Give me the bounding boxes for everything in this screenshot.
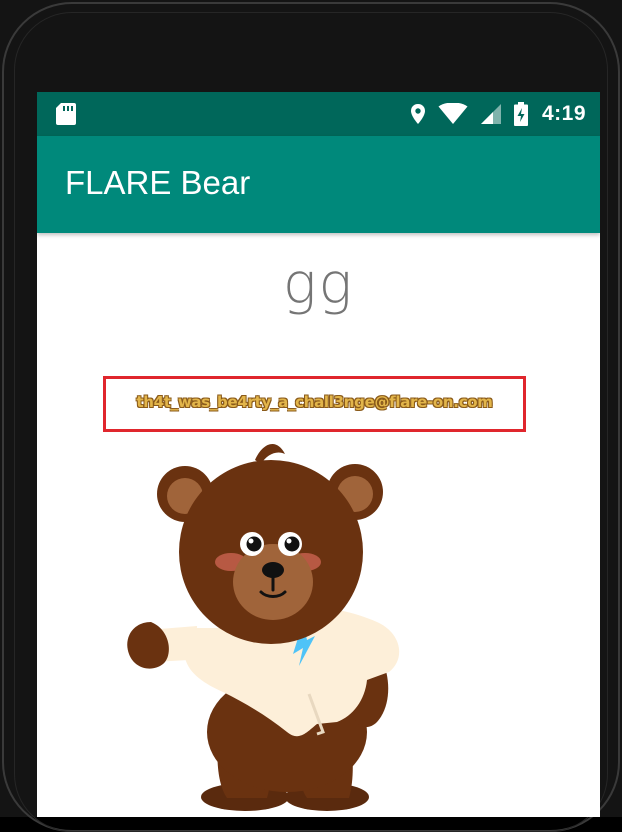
sd-card-icon (56, 103, 76, 125)
result-text: gg (282, 252, 355, 317)
app-bar: FLARE Bear (37, 136, 600, 233)
bear-icon[interactable] (127, 432, 427, 817)
battery-charging-icon (513, 102, 528, 126)
location-icon (410, 104, 425, 124)
status-icons: 4:19 (398, 92, 586, 136)
flag-text: th4t_was_be4rty_a_chall3nge@flare-on.com (136, 393, 493, 411)
flag-highlight-box: th4t_was_be4rty_a_chall3nge@flare-on.com (103, 376, 526, 432)
wifi-icon (438, 103, 468, 124)
device-screen: 4:19 FLARE Bear gg th4t_was_be4rty_a_cha… (37, 92, 600, 817)
phone-frame: 4:19 FLARE Bear gg th4t_was_be4rty_a_cha… (0, 0, 622, 832)
status-clock: 4:19 (541, 102, 586, 125)
status-bar: 4:19 (37, 92, 600, 136)
signal-icon (480, 104, 501, 124)
app-title: FLARE Bear (65, 164, 251, 201)
